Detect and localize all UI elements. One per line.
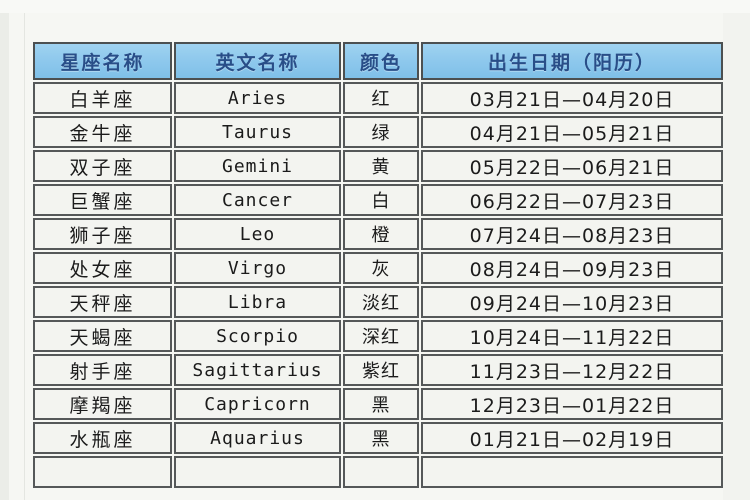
- cell-birth-date: 09月24日—10月23日: [421, 286, 723, 318]
- table-body: 白羊座 Aries 红 03月21日—04月20日 金牛座 Taurus 绿 0…: [33, 82, 723, 488]
- cell-color: 深红: [343, 320, 419, 352]
- column-header-zodiac-name: 星座名称: [33, 42, 172, 80]
- cell-english-name: Aquarius: [174, 422, 341, 454]
- table-row: 双子座 Gemini 黄 05月22日—06月21日: [33, 150, 723, 182]
- cell-zodiac-name: 水瓶座: [33, 422, 172, 454]
- table-row: 天秤座 Libra 淡红 09月24日—10月23日: [33, 286, 723, 318]
- cell-zodiac-name: [33, 456, 172, 488]
- cell-zodiac-name: 射手座: [33, 354, 172, 386]
- table-row: 处女座 Virgo 灰 08月24日—09月23日: [33, 252, 723, 284]
- cell-color: 绿: [343, 116, 419, 148]
- cell-zodiac-name: 巨蟹座: [33, 184, 172, 216]
- cell-english-name: Sagittarius: [174, 354, 341, 386]
- document-page: ···· ······ · · ···· 星座名称 英文名称 颜色 出生日期（阳…: [0, 0, 750, 500]
- cell-birth-date: 01月21日—02月19日: [421, 422, 723, 454]
- table-row: 摩羯座 Capricorn 黑 12月23日—01月22日: [33, 388, 723, 420]
- cell-zodiac-name: 双子座: [33, 150, 172, 182]
- cell-zodiac-name: 处女座: [33, 252, 172, 284]
- table-header: 星座名称 英文名称 颜色 出生日期（阳历）: [33, 42, 723, 80]
- cell-color: 黑: [343, 388, 419, 420]
- zodiac-reference-table: 星座名称 英文名称 颜色 出生日期（阳历） 白羊座 Aries 红 03月21日…: [31, 40, 725, 490]
- cut-off-header-strip: ···· ······ · · ····: [0, 0, 750, 13]
- cell-birth-date: 11月23日—12月22日: [421, 354, 723, 386]
- table-row: 天蝎座 Scorpio 深红 10月24日—11月22日: [33, 320, 723, 352]
- cell-color: 红: [343, 82, 419, 114]
- table-row: 白羊座 Aries 红 03月21日—04月20日: [33, 82, 723, 114]
- cell-birth-date: 03月21日—04月20日: [421, 82, 723, 114]
- cell-color: 紫红: [343, 354, 419, 386]
- cell-english-name: [174, 456, 341, 488]
- cell-color: 白: [343, 184, 419, 216]
- cell-color: 灰: [343, 252, 419, 284]
- cell-zodiac-name: 天秤座: [33, 286, 172, 318]
- cell-birth-date: 08月24日—09月23日: [421, 252, 723, 284]
- column-header-color: 颜色: [343, 42, 419, 80]
- cell-english-name: Libra: [174, 286, 341, 318]
- cell-english-name: Leo: [174, 218, 341, 250]
- table-row: 水瓶座 Aquarius 黑 01月21日—02月19日: [33, 422, 723, 454]
- table-row: 射手座 Sagittarius 紫红 11月23日—12月22日: [33, 354, 723, 386]
- cell-birth-date: 07月24日—08月23日: [421, 218, 723, 250]
- table-row: 巨蟹座 Cancer 白 06月22日—07月23日: [33, 184, 723, 216]
- cell-english-name: Virgo: [174, 252, 341, 284]
- cell-english-name: Capricorn: [174, 388, 341, 420]
- cell-color: 黑: [343, 422, 419, 454]
- table-row: 狮子座 Leo 橙 07月24日—08月23日: [33, 218, 723, 250]
- cell-english-name: Gemini: [174, 150, 341, 182]
- cell-zodiac-name: 狮子座: [33, 218, 172, 250]
- cell-birth-date: 10月24日—11月22日: [421, 320, 723, 352]
- cell-birth-date: 12月23日—01月22日: [421, 388, 723, 420]
- cell-birth-date: 06月22日—07月23日: [421, 184, 723, 216]
- cell-zodiac-name: 金牛座: [33, 116, 172, 148]
- cell-color: 橙: [343, 218, 419, 250]
- cell-english-name: Cancer: [174, 184, 341, 216]
- right-margin: [723, 13, 750, 500]
- cell-english-name: Aries: [174, 82, 341, 114]
- cell-color: [343, 456, 419, 488]
- column-header-english-name: 英文名称: [174, 42, 341, 80]
- cell-birth-date: 04月21日—05月21日: [421, 116, 723, 148]
- table-header-row: 星座名称 英文名称 颜色 出生日期（阳历）: [33, 42, 723, 80]
- cell-english-name: Scorpio: [174, 320, 341, 352]
- cell-zodiac-name: 白羊座: [33, 82, 172, 114]
- cell-english-name: Taurus: [174, 116, 341, 148]
- cell-birth-date: 05月22日—06月21日: [421, 150, 723, 182]
- cell-color: 淡红: [343, 286, 419, 318]
- table-row: 金牛座 Taurus 绿 04月21日—05月21日: [33, 116, 723, 148]
- cut-off-header-text: ···· ······ · · ····: [268, 0, 391, 6]
- column-header-birth-date: 出生日期（阳历）: [421, 42, 723, 80]
- cell-birth-date: [421, 456, 723, 488]
- cell-zodiac-name: 天蝎座: [33, 320, 172, 352]
- cell-zodiac-name: 摩羯座: [33, 388, 172, 420]
- cell-color: 黄: [343, 150, 419, 182]
- table-row-cut-off: [33, 456, 723, 488]
